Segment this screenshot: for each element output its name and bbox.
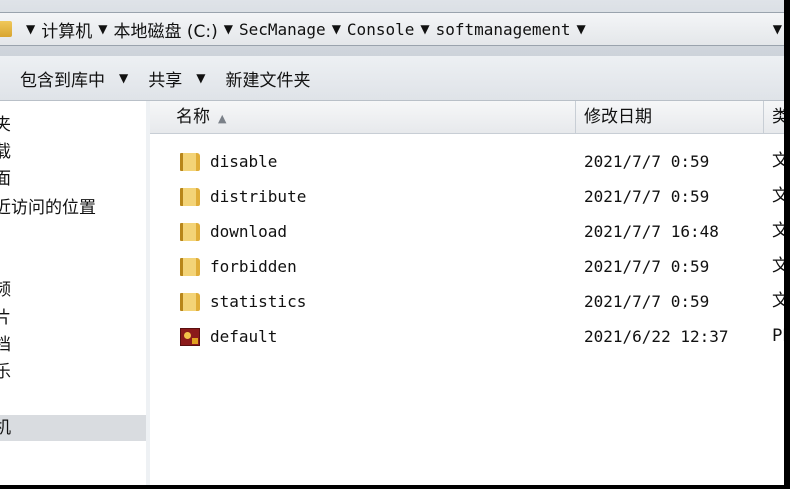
nav-item-recent-places[interactable]: 近访问的位置	[0, 195, 96, 221]
new-folder-button[interactable]: 新建文件夹	[215, 63, 320, 93]
file-name: default	[210, 327, 278, 346]
chevron-down-icon[interactable]: ▼	[576, 22, 585, 36]
chevron-down-icon[interactable]: ▼	[98, 22, 107, 36]
nav-item-downloads[interactable]: 载	[0, 139, 11, 165]
file-name: disable	[210, 152, 278, 171]
file-type: 文	[772, 151, 784, 171]
share-button[interactable]: 共享 ▼	[138, 63, 215, 93]
nav-item-pictures[interactable]: 片	[0, 305, 11, 331]
file-row[interactable]: disable 2021/7/7 0:59 文	[150, 144, 784, 179]
breadcrumb-local-disk[interactable]: 本地磁盘 (C:)	[113, 17, 217, 42]
column-header-date[interactable]: 修改日期	[576, 101, 764, 133]
file-type: PH	[772, 326, 784, 346]
file-type: 文	[772, 256, 784, 276]
nav-item-favorites[interactable]: 夹	[0, 112, 11, 138]
nav-item-computer[interactable]: 机	[0, 415, 146, 441]
explorer-window: ▼ 计算机 ▼ 本地磁盘 (C:) ▼ SecManage ▼ Console …	[0, 0, 784, 485]
file-name: distribute	[210, 187, 307, 206]
file-row[interactable]: download 2021/7/7 16:48 文	[150, 214, 784, 249]
file-row[interactable]: statistics 2021/7/7 0:59 文	[150, 284, 784, 319]
chevron-down-icon[interactable]: ▼	[420, 22, 429, 36]
column-header-type[interactable]: 类	[764, 101, 784, 133]
address-bar: ▼ 计算机 ▼ 本地磁盘 (C:) ▼ SecManage ▼ Console …	[0, 0, 784, 56]
file-name: forbidden	[210, 257, 297, 276]
file-type: 文	[772, 186, 784, 206]
folder-icon	[180, 293, 200, 311]
folder-icon	[180, 223, 200, 241]
nav-item-desktop[interactable]: 面	[0, 166, 11, 192]
file-type: 文	[772, 221, 784, 241]
address-history-dropdown-icon[interactable]: ▼	[773, 22, 782, 36]
file-date: 2021/6/22 12:37	[584, 327, 729, 346]
breadcrumb-softmanagement[interactable]: softmanagement	[436, 20, 571, 39]
file-row[interactable]: forbidden 2021/7/7 0:59 文	[150, 249, 784, 284]
file-date: 2021/7/7 0:59	[584, 187, 710, 206]
file-row[interactable]: default 2021/6/22 12:37 PH	[150, 319, 784, 354]
nav-item-videos[interactable]: 频	[0, 277, 11, 303]
sort-ascending-icon: ▲	[218, 112, 227, 125]
chevron-down-icon[interactable]: ▼	[224, 22, 233, 36]
column-header-row: 名称 ▲ 修改日期 类	[150, 101, 784, 134]
share-label: 共享	[148, 70, 183, 91]
file-date: 2021/7/7 16:48	[584, 222, 719, 241]
folder-icon	[180, 153, 200, 171]
new-folder-label: 新建文件夹	[225, 70, 311, 91]
nav-item-documents[interactable]: 档	[0, 332, 11, 358]
folder-icon	[0, 21, 12, 37]
include-in-library-button[interactable]: 包含到库中 ▼	[0, 63, 138, 93]
column-header-name[interactable]: 名称 ▲	[150, 101, 576, 133]
include-in-library-label: 包含到库中	[20, 70, 105, 91]
chevron-down-icon[interactable]: ▼	[332, 22, 341, 36]
breadcrumb-console[interactable]: Console	[347, 20, 414, 39]
command-bar: 包含到库中 ▼ 共享 ▼ 新建文件夹	[0, 56, 784, 101]
folder-icon	[180, 188, 200, 206]
file-date: 2021/7/7 0:59	[584, 292, 710, 311]
file-name: statistics	[210, 292, 307, 311]
chevron-down-icon: ▼	[119, 71, 129, 85]
chevron-down-icon[interactable]: ▼	[26, 22, 35, 36]
php-file-icon	[180, 328, 200, 346]
breadcrumb-computer[interactable]: 计算机	[41, 17, 92, 42]
file-row[interactable]: distribute 2021/7/7 0:59 文	[150, 179, 784, 214]
nav-item-music[interactable]: 乐	[0, 359, 11, 385]
chevron-down-icon: ▼	[196, 71, 206, 85]
breadcrumb-secmanage[interactable]: SecManage	[239, 20, 326, 39]
breadcrumb[interactable]: ▼ 计算机 ▼ 本地磁盘 (C:) ▼ SecManage ▼ Console …	[0, 12, 784, 46]
file-date: 2021/7/7 0:59	[584, 152, 710, 171]
column-header-name-label: 名称	[176, 107, 210, 127]
file-list: 名称 ▲ 修改日期 类 disable 2021/7/7 0:59 文 distr…	[150, 101, 784, 485]
file-date: 2021/7/7 0:59	[584, 257, 710, 276]
navigation-pane: 夹 载 面 近访问的位置 频 片 档 乐 机	[0, 101, 147, 485]
file-name: download	[210, 222, 288, 241]
folder-icon	[180, 258, 200, 276]
file-type: 文	[772, 291, 784, 311]
